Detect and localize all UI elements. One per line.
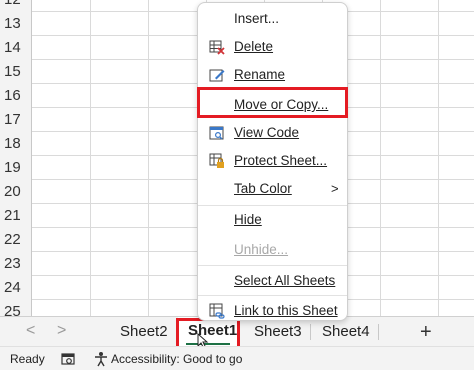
row-number[interactable]: 20 bbox=[0, 180, 32, 204]
row-number[interactable]: 12 bbox=[0, 0, 32, 12]
macro-recorder-icon[interactable] bbox=[61, 352, 76, 366]
status-ready: Ready bbox=[10, 352, 45, 366]
row-number[interactable]: 16 bbox=[0, 84, 32, 108]
tab-divider bbox=[378, 324, 379, 340]
menu-item-rename[interactable]: Rename bbox=[198, 61, 347, 89]
sheet-context-menu: Insert... Delete Rename Move or Copy... … bbox=[197, 2, 348, 321]
menu-item-select-all-sheets[interactable]: Select All Sheets bbox=[198, 267, 347, 295]
menu-item-label: Link to this Sheet bbox=[234, 303, 338, 318]
menu-separator bbox=[198, 265, 347, 266]
row-number[interactable]: 22 bbox=[0, 228, 32, 252]
prev-sheet-button[interactable]: < bbox=[26, 322, 35, 340]
row-number[interactable]: 18 bbox=[0, 132, 32, 156]
row-number[interactable]: 25 bbox=[0, 300, 32, 316]
menu-item-label: Unhide... bbox=[234, 242, 289, 257]
row-number[interactable]: 14 bbox=[0, 36, 32, 60]
row-number[interactable]: 15 bbox=[0, 60, 32, 84]
menu-item-unhide: Unhide... bbox=[198, 236, 347, 264]
protect-sheet-icon bbox=[209, 153, 224, 168]
menu-item-label: Select All Sheets bbox=[234, 273, 336, 288]
add-sheet-button[interactable]: + bbox=[420, 317, 432, 347]
menu-item-insert[interactable]: Insert... bbox=[198, 5, 347, 33]
tab-divider bbox=[310, 324, 311, 340]
view-code-icon bbox=[209, 126, 224, 140]
menu-item-label: Rename bbox=[234, 67, 286, 82]
menu-item-tab-color[interactable]: Tab Color > bbox=[198, 175, 347, 203]
menu-item-hide[interactable]: Hide bbox=[198, 206, 347, 234]
menu-item-label: Tab Color bbox=[234, 181, 292, 196]
accessibility-icon[interactable] bbox=[93, 351, 109, 367]
menu-item-protect-sheet[interactable]: Protect Sheet... bbox=[198, 147, 347, 175]
menu-item-label: Hide bbox=[234, 212, 262, 227]
row-number[interactable]: 24 bbox=[0, 276, 32, 300]
rename-icon bbox=[209, 69, 225, 82]
row-number[interactable]: 19 bbox=[0, 156, 32, 180]
submenu-chevron-icon: > bbox=[331, 181, 339, 196]
next-sheet-button[interactable]: > bbox=[57, 322, 66, 340]
menu-separator bbox=[198, 295, 347, 296]
menu-item-label: Insert... bbox=[234, 11, 280, 26]
menu-item-link-to-this-sheet[interactable]: Link to this Sheet bbox=[198, 297, 347, 325]
menu-item-label: Protect Sheet... bbox=[234, 153, 328, 168]
row-number[interactable]: 21 bbox=[0, 204, 32, 228]
status-bar: Ready Accessibility: Good to go bbox=[0, 346, 474, 370]
menu-highlight-box bbox=[197, 87, 348, 118]
menu-item-view-code[interactable]: View Code bbox=[198, 119, 347, 147]
row-number[interactable]: 13 bbox=[0, 12, 32, 36]
link-icon bbox=[209, 303, 225, 319]
menu-item-label: Delete bbox=[234, 39, 274, 54]
delete-icon bbox=[209, 40, 225, 55]
menu-item-delete[interactable]: Delete bbox=[198, 33, 347, 61]
row-number[interactable]: 17 bbox=[0, 108, 32, 132]
accessibility-status[interactable]: Accessibility: Good to go bbox=[111, 347, 242, 370]
menu-item-label: View Code bbox=[234, 125, 300, 140]
tab-sheet2[interactable]: Sheet2 bbox=[120, 317, 168, 347]
row-number[interactable]: 23 bbox=[0, 252, 32, 276]
